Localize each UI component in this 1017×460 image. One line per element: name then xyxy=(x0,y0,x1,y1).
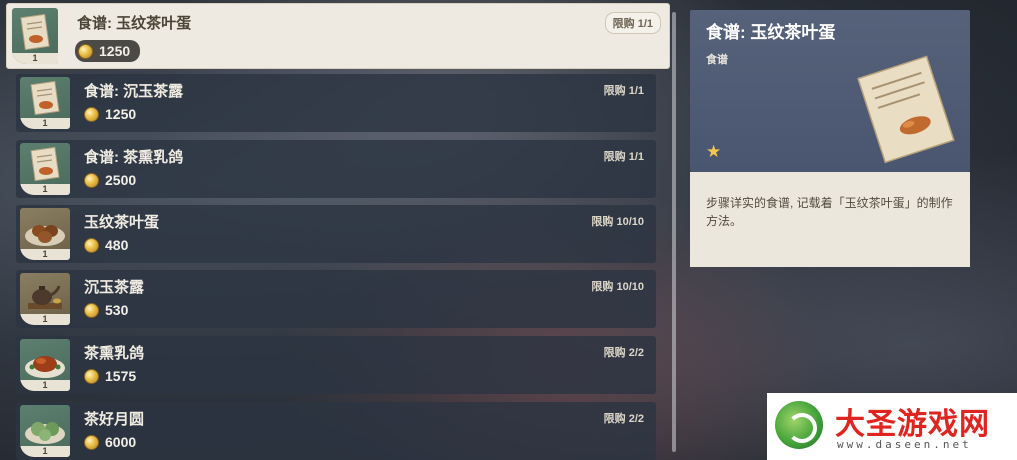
item-name: 茶熏乳鸽 xyxy=(84,345,145,362)
item-price: 2500 xyxy=(84,171,136,189)
item-quantity: 1 xyxy=(20,446,70,457)
item-price: 480 xyxy=(84,236,128,254)
shop-item-row[interactable]: 1 茶好月圆 6000 限购 2/2 xyxy=(16,402,656,460)
site-watermark: 大圣游戏网 www.daseen.net xyxy=(767,393,1017,460)
item-price: 530 xyxy=(84,301,128,319)
mora-coin-icon xyxy=(84,237,99,253)
mora-coin-icon xyxy=(78,43,93,59)
item-price: 1575 xyxy=(84,367,136,385)
recipe-scroll-illustration-icon xyxy=(840,54,968,170)
mora-coin-icon xyxy=(84,368,99,384)
recipe-scroll-icon: 1 xyxy=(20,143,70,195)
item-name: 沉玉茶露 xyxy=(84,279,145,296)
purchase-limit-label: 限购 2/2 xyxy=(603,413,644,425)
purchase-limit-badge: 限购 1/1 xyxy=(604,12,661,34)
list-scrollbar[interactable] xyxy=(672,12,676,452)
recipe-scroll-icon: 1 xyxy=(20,77,70,129)
shop-item-row-selected[interactable]: 1 食谱: 玉纹茶叶蛋 1250 限购 1/1 xyxy=(6,3,670,69)
recipe-scroll-icon: 1 xyxy=(12,8,58,64)
purchase-limit-label: 限购 10/10 xyxy=(591,216,644,228)
item-quantity: 1 xyxy=(20,314,70,325)
item-name: 食谱: 沉玉茶露 xyxy=(84,83,184,100)
detail-item-type: 食谱 xyxy=(706,54,728,66)
item-price: 1250 xyxy=(84,105,136,123)
mora-coin-icon xyxy=(84,106,99,122)
purchase-limit-label: 限购 2/2 xyxy=(603,347,644,359)
mora-coin-icon xyxy=(84,172,99,188)
detail-header: 食谱: 玉纹茶叶蛋 食谱 ★ xyxy=(690,10,970,172)
mora-coin-icon xyxy=(84,302,99,318)
item-name: 玉纹茶叶蛋 xyxy=(84,214,160,231)
shop-item-list: 1 食谱: 玉纹茶叶蛋 1250 限购 1/1 1 食谱: 沉玉茶露 1250 … xyxy=(0,0,680,460)
item-quantity: 1 xyxy=(20,380,70,391)
item-price: 6000 xyxy=(84,433,136,451)
mooncake-icon: 1 xyxy=(20,405,70,457)
item-quantity: 1 xyxy=(20,249,70,260)
detail-title: 食谱: 玉纹茶叶蛋 xyxy=(706,23,836,42)
roast-pigeon-icon: 1 xyxy=(20,339,70,391)
shop-item-row[interactable]: 1 食谱: 沉玉茶露 1250 限购 1/1 xyxy=(16,74,656,132)
item-detail-panel: 食谱: 玉纹茶叶蛋 食谱 ★ 步骤详实的食谱, 记载着「玉纹茶叶蛋」的制作方法。 xyxy=(690,10,970,267)
teapot-icon: 1 xyxy=(20,273,70,325)
shop-item-row[interactable]: 1 食谱: 茶熏乳鸽 2500 限购 1/1 xyxy=(16,140,656,198)
detail-description: 步骤详实的食谱, 记载着「玉纹茶叶蛋」的制作方法。 xyxy=(706,196,953,228)
purchase-limit-label: 限购 1/1 xyxy=(603,151,644,163)
item-price: 1250 xyxy=(75,40,141,62)
shop-item-row[interactable]: 1 玉纹茶叶蛋 480 限购 10/10 xyxy=(16,205,656,263)
item-quantity: 1 xyxy=(20,184,70,195)
item-name: 食谱: 茶熏乳鸽 xyxy=(84,149,184,166)
item-quantity: 1 xyxy=(20,118,70,129)
item-name: 食谱: 玉纹茶叶蛋 xyxy=(77,15,192,32)
site-logo-icon xyxy=(775,401,823,449)
rarity-star-icon: ★ xyxy=(706,142,722,162)
detail-description-box: 步骤详实的食谱, 记载着「玉纹茶叶蛋」的制作方法。 xyxy=(690,172,970,267)
purchase-limit-label: 限购 1/1 xyxy=(603,85,644,97)
item-quantity: 1 xyxy=(12,53,58,64)
watermark-url: www.daseen.net xyxy=(837,438,972,451)
tea-eggs-icon: 1 xyxy=(20,208,70,260)
purchase-limit-label: 限购 10/10 xyxy=(591,281,644,293)
shop-item-row[interactable]: 1 茶熏乳鸽 1575 限购 2/2 xyxy=(16,336,656,394)
watermark-title: 大圣游戏网 xyxy=(835,408,990,441)
item-name: 茶好月圆 xyxy=(84,411,145,428)
mora-coin-icon xyxy=(84,434,99,450)
shop-item-row[interactable]: 1 沉玉茶露 530 限购 10/10 xyxy=(16,270,656,328)
